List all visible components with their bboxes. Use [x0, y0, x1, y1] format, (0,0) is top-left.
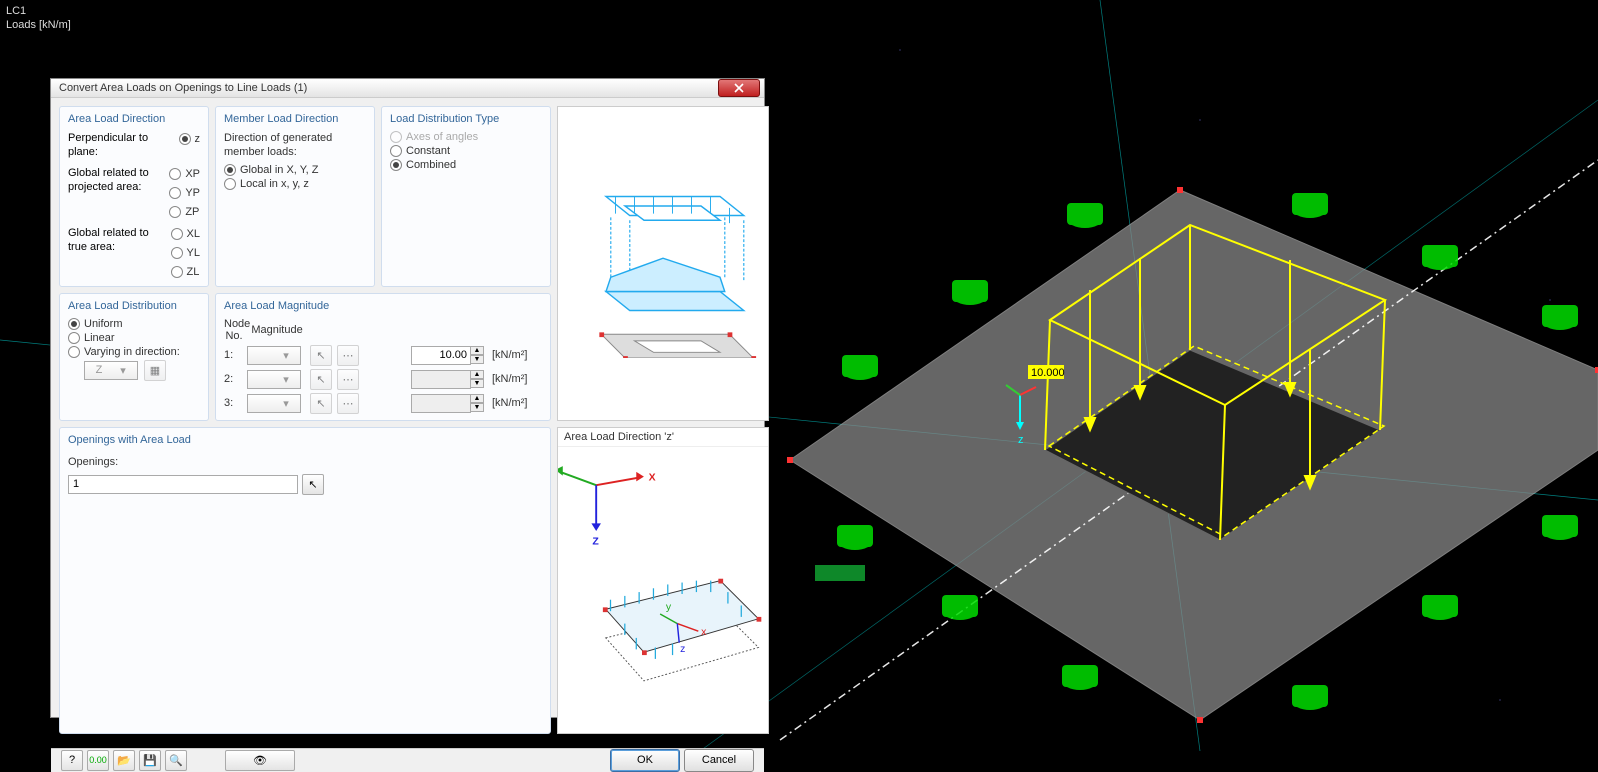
openings-input[interactable] — [68, 475, 298, 494]
radio-zp[interactable] — [169, 206, 181, 218]
radio-z[interactable] — [179, 133, 191, 145]
scene-label: LC1 Loads [kN/m] — [6, 4, 71, 33]
area-load-direction-group: Area Load Direction Perpendicular to pla… — [59, 106, 209, 287]
pick-node1-icon: ↖ — [310, 345, 332, 366]
save-icon[interactable]: 💾 — [139, 750, 161, 771]
group-title: Area Load Direction — [68, 113, 200, 125]
svg-text:y: y — [666, 602, 672, 613]
radio-uniform[interactable] — [68, 318, 80, 330]
radio-global-xyz[interactable] — [224, 164, 236, 176]
dialog-title: Convert Area Loads on Openings to Line L… — [59, 82, 714, 94]
load-distribution-type-group: Load Distribution Type Axes of angles Co… — [381, 106, 551, 287]
zoom-icon[interactable]: 🔍 — [165, 750, 187, 771]
magnitude-2-input: ▲▼ — [411, 370, 489, 389]
member-load-direction-group: Member Load Direction Direction of gener… — [215, 106, 375, 287]
pick-xyz3-icon: ⋯ — [337, 393, 359, 414]
node2-select: ▾ — [247, 370, 301, 389]
group-title: Openings with Area Load — [68, 434, 542, 446]
svg-text:z: z — [1018, 434, 1024, 446]
help-icon[interactable]: ? — [61, 750, 83, 771]
radio-linear[interactable] — [68, 332, 80, 344]
pick-node3-icon: ↖ — [310, 393, 332, 414]
perpendicular-label: Perpendicular to plane: — [68, 131, 173, 160]
varying-direction-select: Z▾ — [84, 361, 138, 380]
group-title: Member Load Direction — [224, 113, 366, 125]
svg-text:x: x — [701, 627, 707, 638]
preview-toggle-icon[interactable]: 👁 — [225, 750, 295, 771]
group-title: Area Load Distribution — [68, 300, 200, 312]
pick-node2-icon: ↖ — [310, 369, 332, 390]
convert-area-loads-dialog: Convert Area Loads on Openings to Line L… — [50, 78, 765, 718]
radio-zl[interactable] — [171, 266, 183, 278]
openings-group: Openings with Area Load Openings: ↖ — [59, 427, 551, 734]
radio-constant[interactable] — [390, 145, 402, 157]
pick-xyz2-icon: ⋯ — [337, 369, 359, 390]
area-load-distribution-group: Area Load Distribution Uniform Linear Va… — [59, 293, 209, 421]
radio-local-xyz[interactable] — [224, 178, 236, 190]
dialog-footer: ? 0.00 📂 💾 🔍 👁 OK Cancel — [51, 748, 764, 772]
cancel-button[interactable]: Cancel — [684, 749, 754, 772]
magnitude-3-input: ▲▼ — [411, 394, 489, 413]
radio-xp[interactable] — [169, 168, 181, 180]
magnitude-1-input[interactable]: ▲▼ — [411, 346, 489, 365]
area-load-magnitude-group: Area Load Magnitude Node No. Magnitude 1… — [215, 293, 551, 421]
group-title: Area Load Magnitude — [224, 300, 542, 312]
load-value-label: 10.000 — [1031, 367, 1065, 379]
node1-select: ▾ — [247, 346, 301, 365]
pick-xyz1-icon: ⋯ — [337, 345, 359, 366]
titlebar[interactable]: Convert Area Loads on Openings to Line L… — [51, 79, 764, 98]
open-icon[interactable]: 📂 — [113, 750, 135, 771]
radio-yp[interactable] — [169, 187, 181, 199]
ok-button[interactable]: OK — [610, 749, 680, 772]
radio-varying[interactable] — [68, 346, 80, 358]
radio-combined[interactable] — [390, 159, 402, 171]
node3-select: ▾ — [247, 394, 301, 413]
svg-text:z: z — [680, 644, 685, 655]
close-button[interactable] — [718, 79, 760, 97]
true-area-label: Global related to true area: — [68, 226, 165, 255]
projected-label: Global related to projected area: — [68, 166, 163, 195]
radio-axes-angles — [390, 131, 402, 143]
pick-openings-icon[interactable]: ↖ — [302, 474, 324, 495]
svg-text:Z: Z — [592, 536, 599, 547]
units-icon[interactable]: 0.00 — [87, 750, 109, 771]
preview-caption: Area Load Direction 'z' — [558, 428, 768, 447]
varying-pick-icon: ▦ — [144, 360, 166, 381]
preview-top — [557, 106, 769, 421]
radio-xl[interactable] — [171, 228, 183, 240]
group-title: Load Distribution Type — [390, 113, 542, 125]
preview-bottom: Area Load Direction 'z' X Y Z — [557, 427, 769, 734]
svg-text:X: X — [649, 472, 656, 483]
radio-yl[interactable] — [171, 247, 183, 259]
